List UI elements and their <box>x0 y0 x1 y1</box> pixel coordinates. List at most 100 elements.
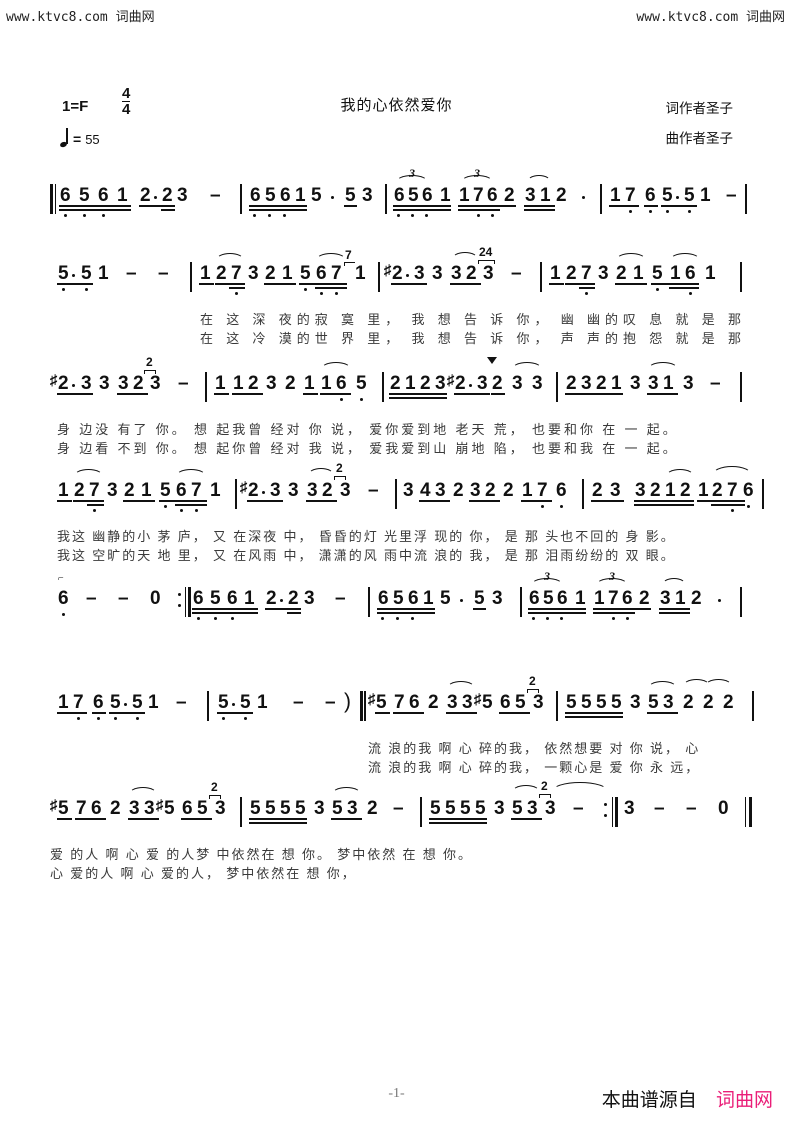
note: 3 <box>532 373 543 394</box>
music-system-7: ♯ 5 7 6 2 3 3 ♯ 5 6 5 2 3 5 5 5 5 3 5 3 … <box>0 779 793 882</box>
note: 3 <box>340 480 351 501</box>
note: 7 <box>331 263 342 284</box>
note: 1 <box>117 185 128 206</box>
note: 5 <box>332 798 343 819</box>
beam <box>247 500 283 502</box>
beam <box>634 504 694 506</box>
sustain-dash: – <box>710 373 721 394</box>
note: 2 <box>566 373 577 394</box>
music-system-1: 6 5 6 1 2 2 3 – 6 5 6 1 5 5 3 3 6 5 6 1 … <box>0 166 793 231</box>
low-octave-dot <box>253 214 256 217</box>
beam <box>651 283 699 285</box>
sharp-icon: ♯ <box>50 373 58 389</box>
note: 6 <box>557 588 568 609</box>
duration-number: 24 <box>479 245 493 259</box>
beam <box>565 716 623 718</box>
beam <box>199 283 214 285</box>
note: 2 <box>140 185 151 206</box>
duration-bracket-tick <box>539 794 541 798</box>
note: 2 <box>650 480 661 501</box>
note: 5 <box>295 798 306 819</box>
note: 6 <box>60 185 71 206</box>
note: 2 <box>680 480 691 501</box>
prolong-dot <box>262 491 266 495</box>
note: 3 <box>118 373 129 394</box>
slur <box>216 253 244 260</box>
note: 6 <box>409 692 420 713</box>
note: 2 <box>390 373 401 394</box>
prolong-dot <box>154 196 158 200</box>
watermark-top-left: www.ktvc8.com 词曲网 <box>6 10 155 25</box>
note: 6 <box>227 588 238 609</box>
note: 6 <box>685 263 696 284</box>
duration-bracket-tick <box>494 260 496 264</box>
sharp-icon: ♯ <box>156 798 164 814</box>
beam <box>393 205 451 207</box>
low-octave-dot <box>195 509 198 512</box>
note: 5 <box>515 692 526 713</box>
low-octave-dot <box>731 509 734 512</box>
note: 7 <box>727 480 738 501</box>
barline <box>740 587 742 617</box>
note: 3 <box>414 263 425 284</box>
note: 5 <box>240 692 251 713</box>
duration-bracket-tick <box>478 260 480 264</box>
barline <box>762 479 764 509</box>
barline <box>382 372 384 402</box>
note: 2 <box>691 588 702 609</box>
barline <box>205 372 207 402</box>
note: 1 <box>257 692 268 713</box>
note: 2 <box>322 480 333 501</box>
slur <box>616 253 646 260</box>
beam <box>419 500 450 502</box>
beam <box>521 500 552 502</box>
lyrics-line-1: 在 这 深 夜的寂 寞 里， 我 想 告 诉 你， 幽 幽的叹 息 就 是 那 <box>200 312 747 327</box>
low-octave-dot <box>244 717 247 720</box>
note: 5 <box>160 480 171 501</box>
note: 7 <box>191 480 202 501</box>
note: 2 <box>703 692 714 713</box>
note: 3 <box>533 692 544 713</box>
barline <box>240 184 242 214</box>
note: 1 <box>355 263 366 284</box>
note: 5 <box>648 692 659 713</box>
beam <box>391 283 427 285</box>
note: 3 <box>150 373 161 394</box>
note: 3 <box>144 798 155 819</box>
note: 3 <box>660 588 671 609</box>
sustain-dash: – <box>176 692 187 713</box>
low-octave-dot <box>97 717 100 720</box>
beam <box>139 205 175 207</box>
note: 5 <box>250 798 261 819</box>
note: 1 <box>610 185 621 206</box>
note: 5 <box>197 798 208 819</box>
beam <box>634 500 694 502</box>
breath-mark-icon: ⌐ <box>58 573 64 584</box>
sustain-dash: – <box>158 263 169 284</box>
barline <box>395 479 397 509</box>
note: 3 <box>470 480 481 501</box>
beam <box>73 500 104 502</box>
low-octave-dot <box>304 288 307 291</box>
slur <box>447 681 475 688</box>
note: 5 <box>474 588 485 609</box>
note: 3 <box>630 373 641 394</box>
notation-row: 1 2 7 3 2 1 5 6 7 1 ♯ 2 3 3 3 2 2 3 – 3 … <box>0 461 793 526</box>
note: 2 <box>466 263 477 284</box>
note: 1 <box>141 480 152 501</box>
note: 6 <box>93 692 104 713</box>
sustain-dash: – <box>178 373 189 394</box>
note: 3 <box>494 798 505 819</box>
note: 5 <box>265 185 276 206</box>
note: 4 <box>420 480 431 501</box>
barline <box>556 691 558 721</box>
low-octave-dot <box>102 214 105 217</box>
beam <box>175 504 207 506</box>
note: 7 <box>625 185 636 206</box>
note: 3 <box>451 263 462 284</box>
beam <box>377 612 435 614</box>
note: 3 <box>314 798 325 819</box>
beam <box>377 608 435 610</box>
low-octave-dot <box>164 505 167 508</box>
barline <box>368 587 370 617</box>
